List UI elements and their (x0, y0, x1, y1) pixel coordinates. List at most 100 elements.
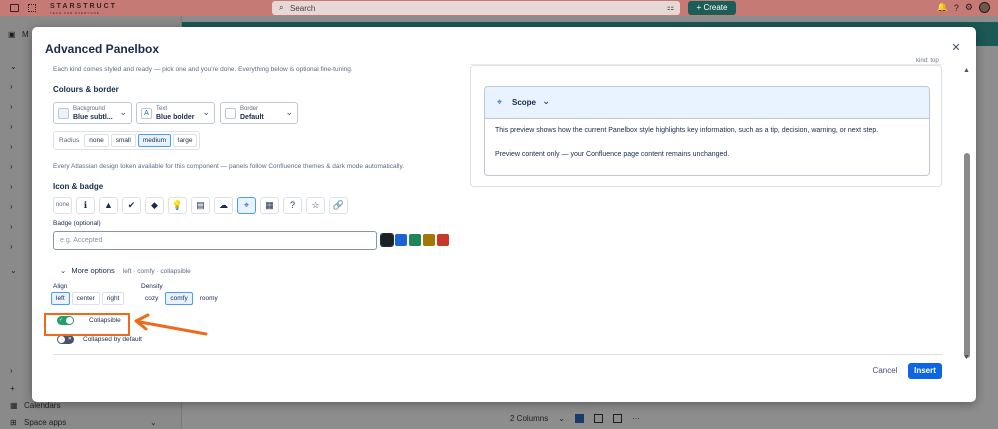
logo[interactable]: STARSTRUCT TECH FOR EVERYONE (50, 3, 117, 15)
scroll-down-icon[interactable]: ▼ (963, 354, 970, 361)
search-filter-icon[interactable]: ⚏ (667, 3, 674, 12)
align-option-right[interactable]: right (101, 292, 125, 305)
create-button[interactable]: + Create (688, 1, 736, 15)
layout-sidebar-icon[interactable] (593, 414, 603, 423)
add-icon[interactable]: + (10, 384, 15, 393)
close-icon[interactable]: ✕ (949, 41, 963, 55)
warning-icon[interactable]: ▲ (99, 197, 118, 214)
more-icon[interactable]: ··· (632, 414, 640, 423)
top-right-actions: 🔔 ? ⚙ (937, 2, 990, 13)
avatar[interactable] (979, 2, 990, 13)
note-icon[interactable]: ▦ (260, 197, 279, 214)
expand-chevron-icon[interactable]: › (10, 202, 13, 211)
border-colour-dropdown[interactable]: Border Default ⌄ (220, 102, 298, 124)
badge-colour-swatch[interactable] (423, 234, 435, 246)
scroll-up-icon[interactable]: ▲ (963, 67, 970, 74)
more-options-summary: left · comfy · collapsible (122, 268, 191, 275)
logo-tagline: TECH FOR EVERYONE (50, 11, 100, 15)
dropdown-value: Blue bolder (156, 114, 195, 121)
more-options-toggle[interactable]: ⌄ More options left · comfy · collapsibl… (60, 266, 191, 275)
link-icon[interactable]: 🔗 (329, 197, 348, 214)
sidebar-toggle-icon[interactable] (10, 4, 19, 12)
align-option-left[interactable]: left (51, 292, 70, 305)
badge-input[interactable] (53, 231, 377, 250)
notifications-icon[interactable]: 🔔 (937, 2, 948, 13)
dropdown-label: Background (73, 106, 106, 112)
settings-gear-icon[interactable]: ⚙ (965, 2, 973, 13)
preview-header-edge (470, 57, 942, 65)
expand-chevron-icon[interactable]: ⌄ (10, 62, 17, 71)
check-circle-icon[interactable]: ✔ (122, 197, 141, 214)
insert-button[interactable]: Insert (908, 363, 942, 379)
expand-chevron-icon[interactable]: › (10, 142, 13, 151)
expand-chevron-icon[interactable]: › (10, 162, 13, 171)
badge-colour-swatch[interactable] (437, 234, 449, 246)
colours-heading: Colours & border (53, 85, 119, 94)
text-colour-dropdown[interactable]: A Text Blue bolder ⌄ (136, 102, 215, 124)
cancel-button[interactable]: Cancel (868, 363, 902, 379)
expand-chevron-icon[interactable]: › (10, 366, 13, 375)
collapsed-default-toggle[interactable]: ✕ (57, 335, 74, 344)
panelbox-header[interactable]: ⌖ Scope ⌄ (485, 87, 929, 119)
location-pin-icon[interactable]: ⌖ (237, 197, 256, 214)
density-label: Density (141, 283, 163, 290)
space-name[interactable]: M (22, 30, 29, 39)
align-option-center[interactable]: center (71, 292, 100, 305)
info-icon[interactable]: ℹ (76, 197, 95, 214)
cloud-hat-icon[interactable]: ☁ (214, 197, 233, 214)
expand-chevron-icon[interactable]: ⌄ (10, 266, 17, 275)
chevron-down-icon[interactable]: ⌄ (150, 418, 157, 427)
background-swatch (58, 108, 69, 119)
background-colour-dropdown[interactable]: Background Blue subtl... ⌄ (53, 102, 132, 124)
layout-three-col-icon[interactable] (612, 414, 622, 423)
badge-colour-swatch[interactable] (409, 234, 421, 246)
search-icon: ⌕ (279, 3, 284, 12)
badge-colour-swatch[interactable] (395, 234, 407, 246)
density-option-roomy[interactable]: roomy (194, 292, 223, 305)
chevron-down-icon: ⌄ (202, 107, 210, 117)
align-label: Align (53, 283, 68, 290)
radius-option-medium[interactable]: medium (137, 134, 171, 147)
calendar-icon: ▦ (10, 401, 18, 410)
error-diamond-icon[interactable]: ◆ (145, 197, 164, 214)
expand-chevron-icon[interactable]: › (10, 102, 13, 111)
radius-option-small[interactable]: small (110, 134, 136, 147)
help-icon[interactable]: ? (954, 3, 959, 13)
icon-option-none[interactable]: none (53, 197, 72, 214)
star-icon[interactable]: ☆ (306, 197, 325, 214)
radius-option-large[interactable]: large (173, 134, 198, 147)
expand-chevron-icon[interactable]: › (10, 222, 13, 231)
sidebar-item-space-apps[interactable]: Space apps (24, 418, 66, 427)
dropdown-label: Border (240, 106, 259, 112)
expand-chevron-icon[interactable]: › (10, 182, 13, 191)
preview-meta: kind: top (916, 58, 939, 64)
chevron-down-icon[interactable]: ⌄ (542, 96, 550, 107)
badge-colour-swatch[interactable] (380, 233, 394, 247)
book-icon[interactable]: ▤ (191, 197, 210, 214)
preview-text-1: This preview shows how the current Panel… (495, 127, 879, 134)
space-icon[interactable]: ▣ (8, 30, 16, 39)
layout-select[interactable]: 2 Columns (510, 414, 548, 423)
density-option-comfy[interactable]: comfy (165, 292, 193, 305)
panelbox-title: Scope (512, 98, 537, 107)
question-icon[interactable]: ? (283, 197, 302, 214)
radius-option-none[interactable]: none (84, 134, 109, 147)
lightbulb-icon[interactable]: 💡 (168, 197, 187, 214)
logo-text: STARSTRUCT (50, 3, 117, 10)
global-search[interactable]: ⌕ Search ⚏ (272, 1, 680, 15)
dialog-scrollbar[interactable]: ▲ ▼ (960, 67, 974, 362)
search-placeholder: Search (290, 4, 316, 13)
chevron-down-icon: ⌄ (60, 266, 67, 275)
layout-two-col-icon[interactable] (574, 414, 584, 423)
dropdown-value: Blue subtl... (73, 114, 113, 121)
sidebar-item-calendars[interactable]: Calendars (24, 401, 60, 410)
expand-chevron-icon[interactable]: › (10, 122, 13, 131)
scroll-thumb[interactable] (964, 153, 970, 358)
expand-chevron-icon[interactable]: › (10, 82, 13, 91)
app-switcher-icon[interactable] (28, 4, 36, 12)
layout-toolbar: 2 Columns ⌄ ··· (510, 414, 640, 423)
density-option-cozy[interactable]: cozy (140, 292, 164, 305)
dropdown-label: Text (156, 106, 168, 112)
annotation-arrow-icon (134, 313, 208, 336)
expand-chevron-icon[interactable]: › (10, 242, 13, 251)
